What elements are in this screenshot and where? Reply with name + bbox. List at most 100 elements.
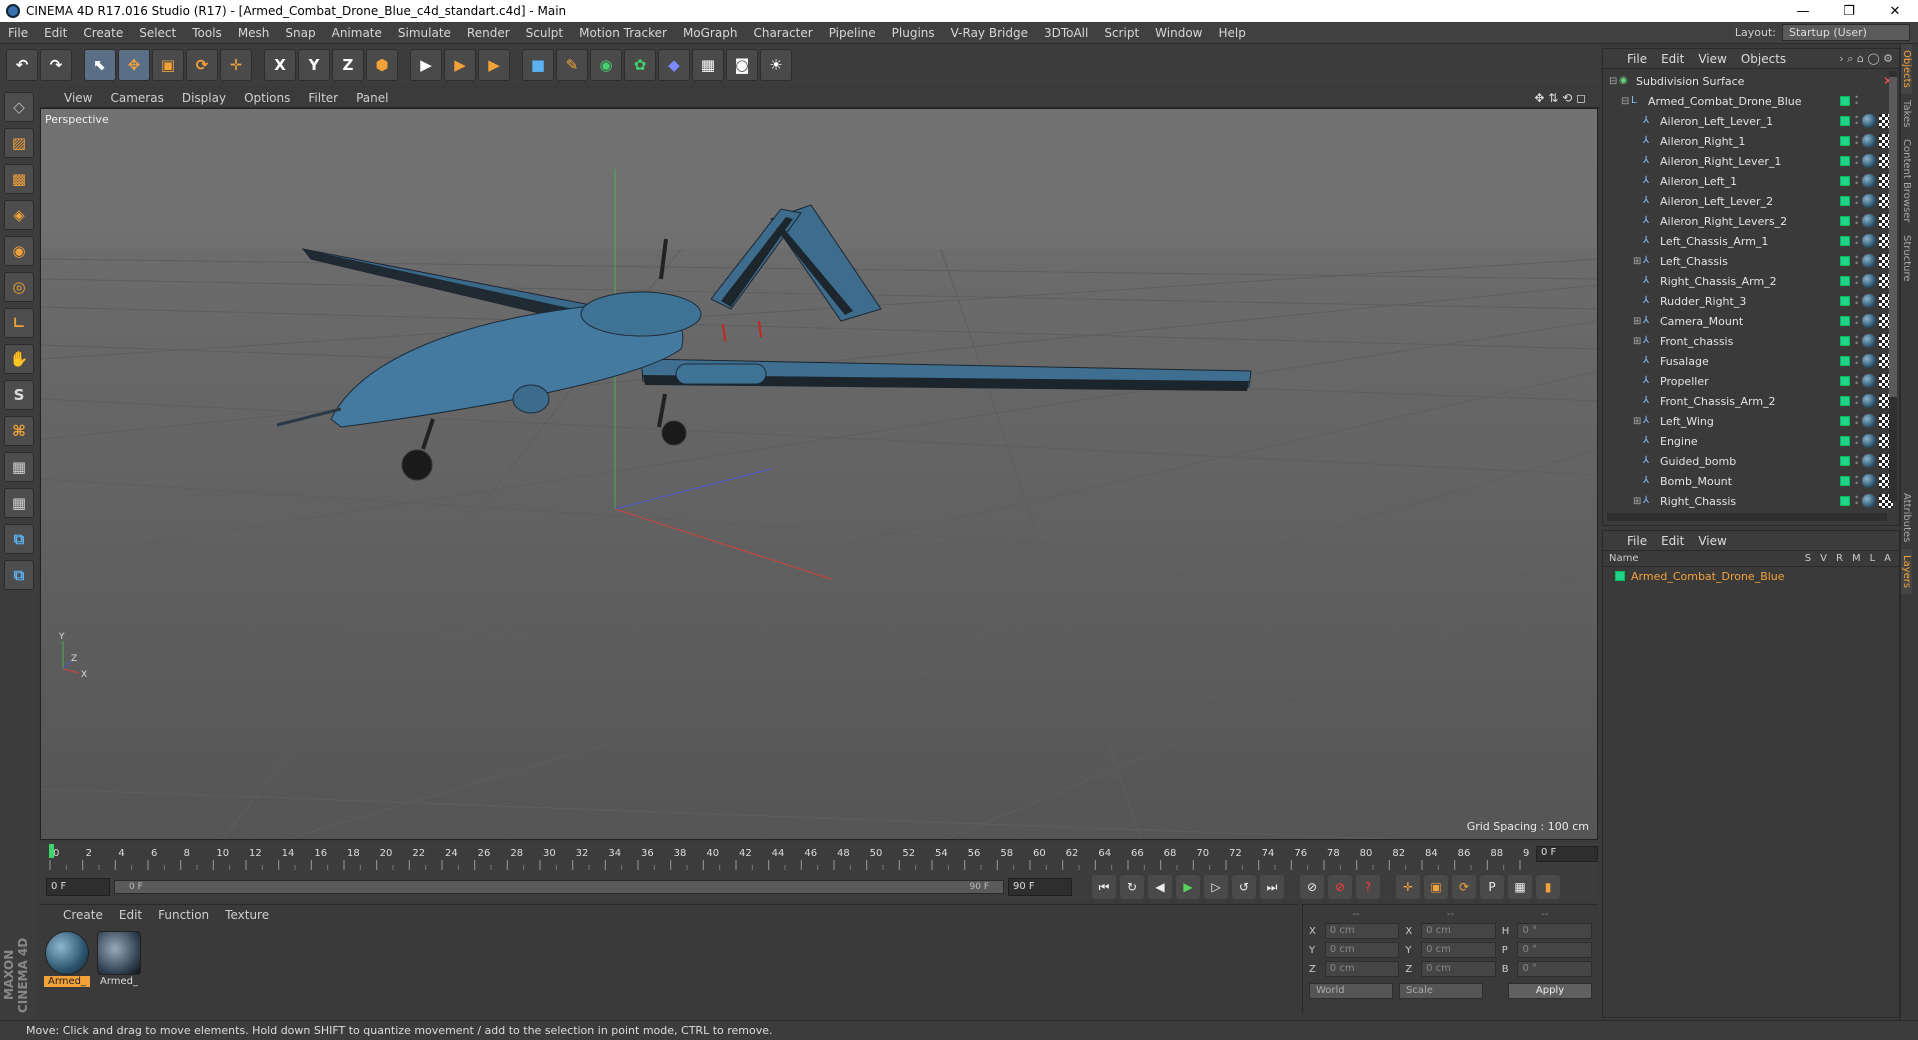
- visibility-dots-icon[interactable]: • •: [1854, 254, 1859, 268]
- camera-icon[interactable]: ◙: [726, 49, 758, 81]
- menu-window[interactable]: Window: [1147, 26, 1210, 40]
- viewport-menu-cameras[interactable]: Cameras: [102, 91, 171, 105]
- texture-tag-icon[interactable]: [1862, 174, 1876, 188]
- material-menu-edit[interactable]: Edit: [112, 908, 149, 922]
- visibility-flags[interactable]: • •: [1840, 234, 1859, 248]
- workplane-lock-icon[interactable]: ▦: [4, 452, 34, 482]
- texture-tag-icon[interactable]: [1862, 434, 1876, 448]
- visibility-dots-icon[interactable]: • •: [1854, 174, 1859, 188]
- visibility-dots-icon[interactable]: • •: [1854, 194, 1859, 208]
- expand-toggle-icon[interactable]: ⊞: [1633, 316, 1643, 327]
- material-menu-texture[interactable]: Texture: [218, 908, 276, 922]
- visibility-flags[interactable]: • •: [1840, 494, 1859, 508]
- visibility-flags[interactable]: • •: [1840, 114, 1859, 128]
- texture-tag-icon[interactable]: [1862, 454, 1876, 468]
- scale-tool-icon[interactable]: ▣: [152, 49, 184, 81]
- object-row[interactable]: ⊞ ⅄ Left_Chassis • •: [1603, 251, 1899, 271]
- snapping-icon[interactable]: ⌘: [4, 416, 34, 446]
- texture-mode-icon[interactable]: ▩: [4, 164, 34, 194]
- visibility-dots-icon[interactable]: • •: [1854, 234, 1859, 248]
- object-row[interactable]: ⅄ Left_Chassis_Arm_1 • •: [1603, 231, 1899, 251]
- texture-tag-icon[interactable]: [1862, 214, 1876, 228]
- deformer-icon[interactable]: ◆: [658, 49, 690, 81]
- position-y-field[interactable]: 0 cm: [1324, 942, 1400, 958]
- texture-tag-icon[interactable]: [1862, 494, 1876, 508]
- recent-tool-icon[interactable]: ✛: [220, 49, 252, 81]
- object-row[interactable]: ⊞ ⅄ Right_Chassis • •: [1603, 491, 1899, 511]
- object-menu-objects[interactable]: Objects: [1735, 52, 1792, 66]
- object-row[interactable]: ⊞ ⅄ Camera_Mount • •: [1603, 311, 1899, 331]
- object-row[interactable]: ⅄ Propeller • •: [1603, 371, 1899, 391]
- tab-content-browser[interactable]: Content Browser: [1901, 133, 1912, 228]
- enable-axis-icon[interactable]: ✋: [4, 344, 34, 374]
- texture-tag-icon[interactable]: [1862, 274, 1876, 288]
- tab-layers[interactable]: Layers: [1901, 548, 1912, 594]
- previous-frame-icon[interactable]: ◀: [1148, 875, 1172, 899]
- undo-icon[interactable]: ↶: [6, 49, 38, 81]
- rotate-tool-icon[interactable]: ⟳: [186, 49, 218, 81]
- layer-row[interactable]: Armed_Combat_Drone_Blue: [1603, 567, 1899, 585]
- subdivision-surface-icon[interactable]: ◉: [590, 49, 622, 81]
- object-row[interactable]: ⅄ Fusalage • •: [1603, 351, 1899, 371]
- visibility-flags[interactable]: • •: [1840, 134, 1859, 148]
- expand-toggle-icon[interactable]: ⊞: [1633, 496, 1643, 507]
- timeline-ruler[interactable]: 0 2 4 6 8 10 12 14 16 18 20 22 24 26 28 30 32 34 36 38 40 42 4…: [40, 842, 1598, 872]
- next-keyframe-icon[interactable]: ↺: [1232, 875, 1256, 899]
- menu-mesh[interactable]: Mesh: [230, 26, 278, 40]
- position-z-field[interactable]: 0 cm: [1324, 961, 1400, 977]
- visibility-dots-icon[interactable]: • •: [1854, 114, 1859, 128]
- texture-tag-icon[interactable]: [1862, 354, 1876, 368]
- menu-script[interactable]: Script: [1096, 26, 1147, 40]
- rotation-key-icon[interactable]: ⟳: [1452, 875, 1476, 899]
- layer-menu-edit[interactable]: Edit: [1655, 534, 1690, 548]
- visibility-dots-icon[interactable]: • •: [1854, 354, 1859, 368]
- object-row[interactable]: ⅄ Bomb_Mount • •: [1603, 471, 1899, 491]
- visibility-dots-icon[interactable]: • •: [1854, 414, 1859, 428]
- menu-animate[interactable]: Animate: [324, 26, 390, 40]
- visibility-flags[interactable]: • •: [1840, 434, 1859, 448]
- current-frame-field[interactable]: 0 F: [1536, 846, 1598, 862]
- layer-menu-file[interactable]: File: [1621, 534, 1653, 548]
- layout-dropdown[interactable]: Startup (User): [1782, 24, 1910, 41]
- next-frame-icon[interactable]: ▷: [1204, 875, 1228, 899]
- object-row[interactable]: ⅄ Aileron_Left_Lever_1 • •: [1603, 111, 1899, 131]
- scale-key-icon[interactable]: ▣: [1424, 875, 1448, 899]
- visibility-dots-icon[interactable]: • •: [1854, 494, 1859, 508]
- live-selection-icon[interactable]: ⬉: [84, 49, 116, 81]
- rotation-h-field[interactable]: 0 °: [1517, 923, 1593, 939]
- texture-tag-icon[interactable]: [1862, 254, 1876, 268]
- menu-pipeline[interactable]: Pipeline: [821, 26, 884, 40]
- rotation-b-field[interactable]: 0 °: [1517, 961, 1593, 977]
- object-menu-edit[interactable]: Edit: [1655, 52, 1690, 66]
- size-mode-dropdown[interactable]: Scale: [1399, 983, 1483, 999]
- size-y-field[interactable]: 0 cm: [1421, 942, 1496, 958]
- make-editable-icon[interactable]: ◇: [4, 92, 34, 122]
- material-swatch[interactable]: Armed_: [96, 931, 142, 987]
- close-button[interactable]: ✕: [1872, 4, 1918, 19]
- object-row[interactable]: ⊟ ◉ Subdivision Surface ✕: [1603, 71, 1899, 91]
- menu-render[interactable]: Render: [459, 26, 518, 40]
- menu-plugins[interactable]: Plugins: [884, 26, 943, 40]
- timeline-icon[interactable]: ▮: [1536, 875, 1560, 899]
- visibility-flags[interactable]: • •: [1840, 274, 1859, 288]
- expand-toggle-icon[interactable]: ⊞: [1633, 416, 1643, 427]
- material-menu-function[interactable]: Function: [151, 908, 216, 922]
- visibility-dots-icon[interactable]: • •: [1854, 394, 1859, 408]
- visibility-flags[interactable]: • •: [1840, 254, 1859, 268]
- expand-toggle-icon[interactable]: ⊟: [1621, 96, 1631, 107]
- edges-mode-icon[interactable]: ◎: [4, 272, 34, 302]
- menu-vray-bridge[interactable]: V-Ray Bridge: [943, 26, 1036, 40]
- object-row[interactable]: ⅄ Aileron_Left_Lever_2 • •: [1603, 191, 1899, 211]
- viewport-menu-filter[interactable]: Filter: [300, 91, 346, 105]
- previous-keyframe-icon[interactable]: ↻: [1120, 875, 1144, 899]
- go-to-end-icon[interactable]: ⏭: [1260, 875, 1284, 899]
- python-icon-2[interactable]: ⧉: [4, 560, 34, 590]
- z-axis-lock-icon[interactable]: Z: [332, 49, 364, 81]
- x-axis-lock-icon[interactable]: X: [264, 49, 296, 81]
- python-icon[interactable]: ⧉: [4, 524, 34, 554]
- visibility-flags[interactable]: • •: [1840, 474, 1859, 488]
- start-frame-field[interactable]: 0 F: [46, 878, 110, 896]
- material-swatch[interactable]: Armed_: [44, 931, 90, 987]
- pen-spline-icon[interactable]: ✎: [556, 49, 588, 81]
- go-to-start-icon[interactable]: ⏮: [1092, 875, 1116, 899]
